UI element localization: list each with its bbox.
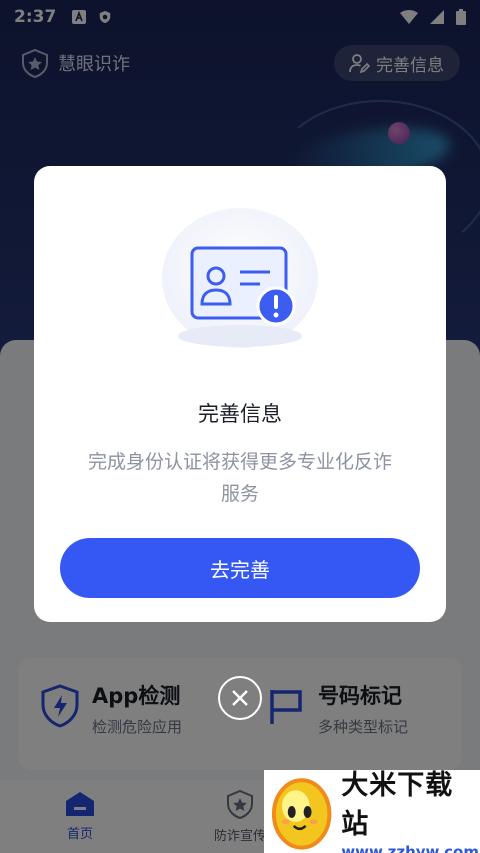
go-complete-button[interactable]: 去完善 [60, 538, 420, 598]
close-icon [232, 690, 248, 706]
watermark-url: www.zzhyw.com [341, 842, 479, 853]
id-card-alert-icon [162, 208, 318, 348]
watermark-title: 大米下载站 [341, 769, 454, 840]
watermark-banner: 大米下载站 www.zzhyw.com [264, 770, 480, 853]
app-screen: 2:37 慧眼识诈 完善信息 App检测 检测危险应用 [0, 0, 480, 853]
rice-mascot-logo [271, 778, 332, 850]
dialog-description: 完成身份认证将获得更多专业化反诈服务 [87, 451, 392, 505]
dialog-close-button[interactable] [218, 676, 262, 720]
watermark-text: 大米下载站 www.zzhyw.com [341, 763, 480, 853]
dialog-title: 完善信息 [198, 402, 282, 426]
complete-info-dialog: 完善信息 完成身份认证将获得更多专业化反诈服务 去完善 [34, 166, 446, 622]
